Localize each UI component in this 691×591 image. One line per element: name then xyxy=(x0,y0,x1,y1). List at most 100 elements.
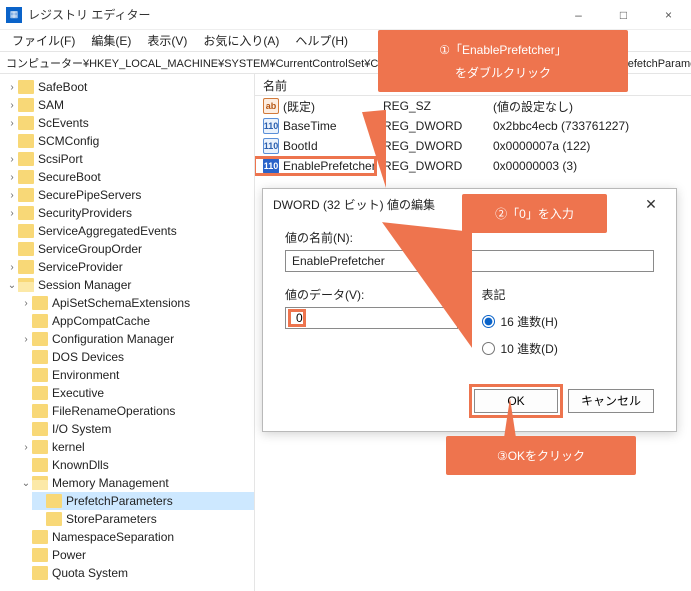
chevron-right-icon[interactable]: › xyxy=(6,82,18,93)
radix-dec-radio[interactable] xyxy=(482,342,495,355)
radix-dec[interactable]: 10 進数(D) xyxy=(482,340,655,357)
tree-pane[interactable]: › SafeBoot ›SAM›ScEvents SCMConfig ›ScsiPort… xyxy=(0,74,255,591)
menu-help[interactable]: ヘルプ(H) xyxy=(287,30,356,51)
chevron-down-icon[interactable]: ⌄ xyxy=(20,478,32,489)
tree-item[interactable]: FileRenameOperations xyxy=(18,402,254,420)
folder-icon xyxy=(18,188,34,202)
folder-icon xyxy=(18,98,34,112)
tree-item[interactable]: Quota System xyxy=(18,564,254,582)
tree-item[interactable]: ›ScEvents xyxy=(4,114,254,132)
folder-icon xyxy=(46,512,62,526)
chevron-right-icon[interactable]: › xyxy=(20,442,32,453)
chevron-right-icon[interactable]: › xyxy=(20,334,32,345)
list-row[interactable]: 110BootIdREG_DWORD0x0000007a (122) xyxy=(255,136,691,156)
tree-item[interactable]: Executive xyxy=(18,384,254,402)
chevron-right-icon[interactable]: › xyxy=(6,172,18,183)
tree-item[interactable]: › SecurityProviders xyxy=(4,204,254,222)
folder-icon xyxy=(18,80,34,94)
cell-type: REG_DWORD xyxy=(375,139,485,153)
folder-icon xyxy=(18,134,34,148)
value-name: BaseTime xyxy=(283,119,337,133)
tree-item[interactable]: NamespaceSeparation xyxy=(18,528,254,546)
chevron-right-icon[interactable]: › xyxy=(6,154,18,165)
tree-item-label: Memory Management xyxy=(52,476,169,490)
tree-item[interactable]: ›ApiSetSchemaExtensions xyxy=(18,294,254,312)
dialog-close-button[interactable]: ✕ xyxy=(636,196,666,213)
folder-icon xyxy=(32,368,48,382)
dword-value-icon: 110 xyxy=(263,138,279,154)
tree-item-label: Power xyxy=(52,548,86,562)
tree-item[interactable]: Power xyxy=(18,546,254,564)
col-name[interactable]: 名前 xyxy=(255,74,375,95)
tree-item[interactable]: PrefetchParameters xyxy=(32,492,254,510)
chevron-down-icon[interactable]: ⌄ xyxy=(6,280,18,291)
radix-hex-radio[interactable] xyxy=(482,315,495,328)
tree-item[interactable]: ServiceGroupOrder xyxy=(4,240,254,258)
callout-1: ①「EnablePrefetcher」 をダブルクリック xyxy=(378,30,628,92)
callout-arrow-icon xyxy=(504,398,516,438)
tree-item-label: Quota System xyxy=(52,566,128,580)
menu-file[interactable]: ファイル(F) xyxy=(4,30,83,51)
callout-arrow-icon xyxy=(362,102,386,188)
chevron-right-icon[interactable]: › xyxy=(6,262,18,273)
chevron-right-icon[interactable]: › xyxy=(6,190,18,201)
tree-item-label: KnownDlls xyxy=(52,458,109,472)
tree-item-label: StoreParameters xyxy=(66,512,157,526)
chevron-right-icon[interactable]: › xyxy=(6,208,18,219)
value-name: BootId xyxy=(283,139,318,153)
folder-icon xyxy=(46,494,62,508)
tree-item[interactable]: SCMConfig xyxy=(4,132,254,150)
tree-item[interactable]: ›SAM xyxy=(4,96,254,114)
tree-item[interactable]: KnownDlls xyxy=(18,456,254,474)
chevron-right-icon[interactable]: › xyxy=(6,100,18,111)
string-value-icon: ab xyxy=(263,98,279,114)
folder-icon xyxy=(32,422,48,436)
tree-item[interactable]: ›SecureBoot xyxy=(4,168,254,186)
tree-item-label: PrefetchParameters xyxy=(66,494,173,508)
tree-item-label: SecurityProviders xyxy=(38,206,132,220)
tree-item[interactable]: ›ScsiPort xyxy=(4,150,254,168)
tree-item[interactable]: ›SecurePipeServers xyxy=(4,186,254,204)
tree-item[interactable]: ›Configuration Manager xyxy=(18,330,254,348)
folder-icon xyxy=(32,296,48,310)
cell-data: 0x2bbc4ecb (733761227) xyxy=(485,119,691,133)
chevron-right-icon[interactable]: › xyxy=(20,298,32,309)
tree-item[interactable]: I/O System xyxy=(18,420,254,438)
list-row[interactable]: 110EnablePrefetcherREG_DWORD0x00000003 (… xyxy=(255,156,691,176)
tree-item[interactable]: AppCompatCache xyxy=(18,312,254,330)
folder-icon xyxy=(32,548,48,562)
list-row[interactable]: 110BaseTimeREG_DWORD0x2bbc4ecb (73376122… xyxy=(255,116,691,136)
folder-icon xyxy=(32,566,48,580)
list-row[interactable]: ab(既定)REG_SZ(値の設定なし) xyxy=(255,96,691,116)
tree-item-label: SafeBoot xyxy=(38,80,87,94)
tree-item[interactable]: StoreParameters xyxy=(32,510,254,528)
folder-icon xyxy=(18,260,34,274)
tree-item[interactable]: ⌄Session Manager xyxy=(4,276,254,294)
tree-item-label: SCMConfig xyxy=(38,134,99,148)
tree-item[interactable]: ›kernel xyxy=(18,438,254,456)
cell-type: REG_DWORD xyxy=(375,159,485,173)
tree-item[interactable]: ⌄ Memory Management xyxy=(18,474,254,492)
minimize-button[interactable]: – xyxy=(556,0,601,30)
titlebar: ▦ レジストリ エディター – □ × xyxy=(0,0,691,30)
menu-view[interactable]: 表示(V) xyxy=(139,30,195,51)
tree-item[interactable]: ServiceAggregatedEvents xyxy=(4,222,254,240)
cell-name: 110BaseTime xyxy=(255,118,375,134)
callout-1-text: ①「EnablePrefetcher」 をダブルクリック xyxy=(439,43,566,80)
tree-item[interactable]: ›ServiceProvider xyxy=(4,258,254,276)
callout-2-text: ②「0」を入力 xyxy=(495,207,574,221)
dword-value-icon: 110 xyxy=(263,158,279,174)
cancel-button[interactable]: キャンセル xyxy=(568,389,654,413)
tree-item[interactable]: Environment xyxy=(18,366,254,384)
tree-item-label: DOS Devices xyxy=(52,350,124,364)
folder-icon xyxy=(18,224,34,238)
menu-edit[interactable]: 編集(E) xyxy=(83,30,139,51)
value-name: (既定) xyxy=(283,98,315,115)
radix-hex[interactable]: 16 進数(H) xyxy=(482,313,655,330)
menu-fav[interactable]: お気に入り(A) xyxy=(195,30,287,51)
close-button[interactable]: × xyxy=(646,0,691,30)
chevron-right-icon[interactable]: › xyxy=(6,118,18,129)
maximize-button[interactable]: □ xyxy=(601,0,646,30)
tree-item[interactable]: › SafeBoot xyxy=(4,78,254,96)
tree-item[interactable]: DOS Devices xyxy=(18,348,254,366)
